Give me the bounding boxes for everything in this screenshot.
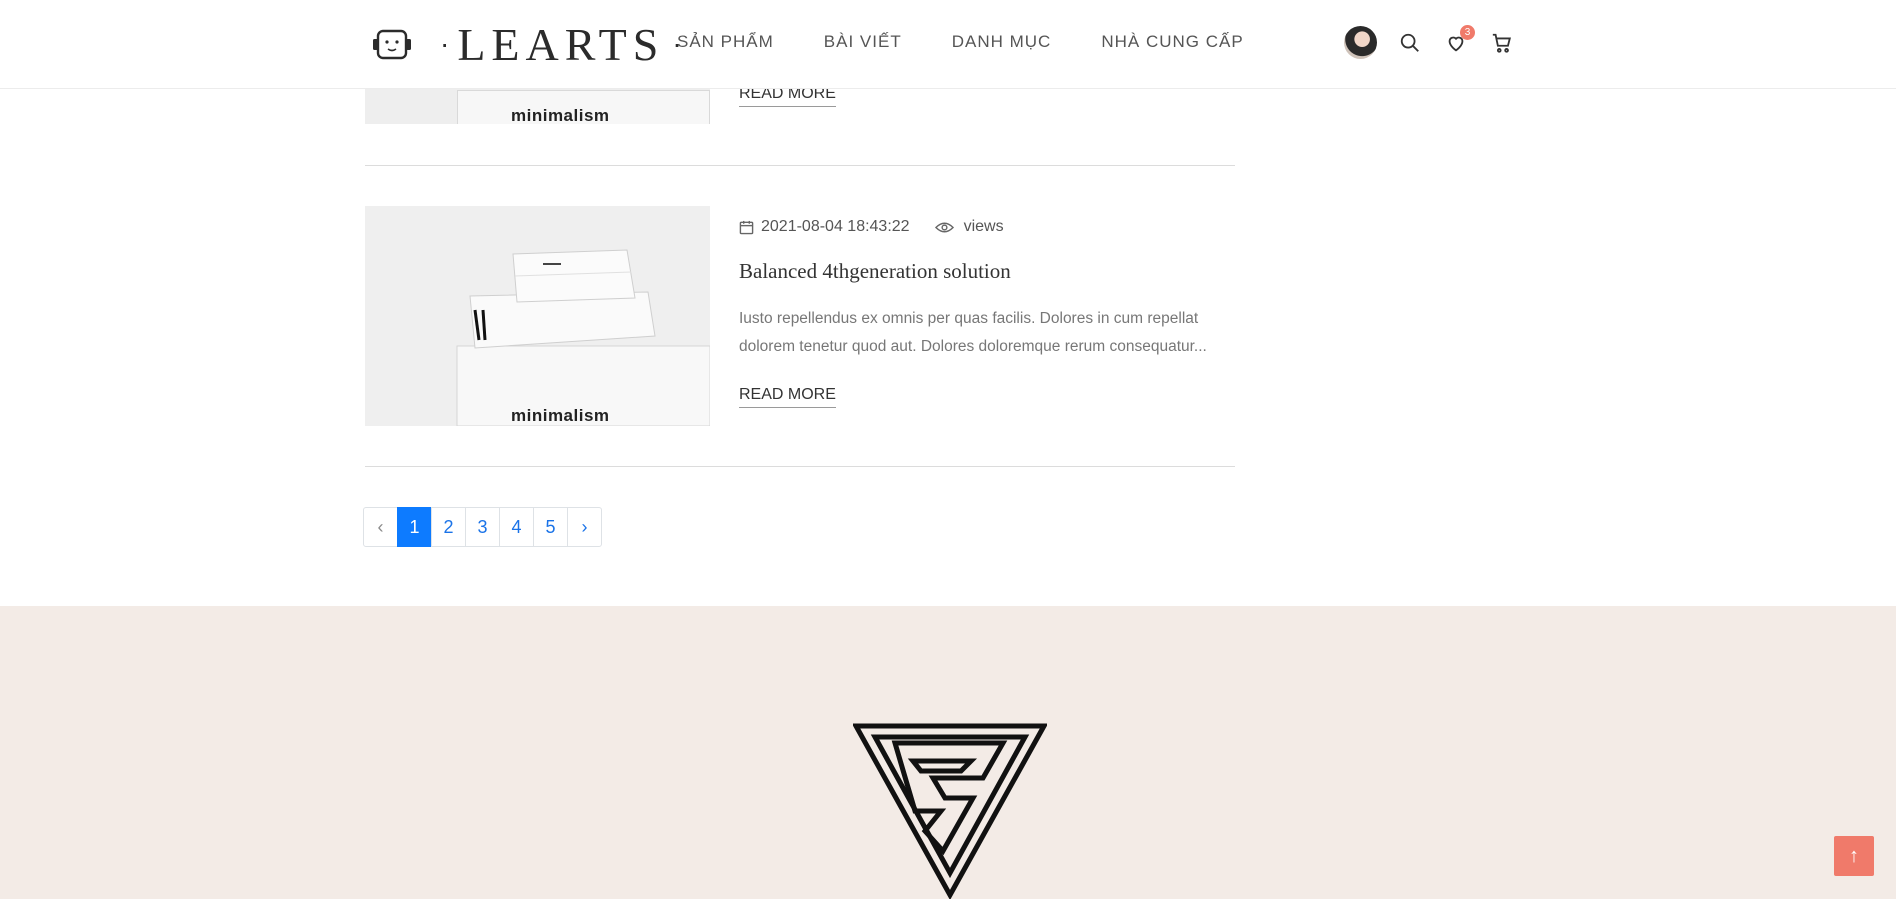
logo-robot-icon: [373, 29, 411, 60]
post-image[interactable]: minimalism: [365, 206, 710, 426]
pagination-page-1[interactable]: 1: [397, 507, 432, 547]
cart-icon: [1492, 33, 1511, 53]
site-footer: [0, 606, 1896, 899]
search-icon: [1400, 33, 1419, 52]
cart-button[interactable]: [1489, 30, 1515, 56]
pagination: ‹ 1 2 3 4 5 ›: [363, 507, 602, 547]
header-actions: 3: [1344, 24, 1535, 59]
calendar-icon: [739, 220, 754, 234]
eye-icon: [934, 222, 954, 232]
nav-item-suppliers[interactable]: NHÀ CUNG CẤP: [1101, 32, 1243, 52]
wishlist-count-badge: 3: [1460, 24, 1475, 40]
wishlist-button[interactable]: 3: [1443, 24, 1475, 56]
post-title[interactable]: Balanced 4thgeneration solution: [739, 259, 1011, 284]
post-divider: [365, 165, 1235, 166]
pagination-page-4[interactable]: 4: [499, 507, 534, 547]
search-button[interactable]: [1397, 30, 1423, 56]
nav-item-products[interactable]: SẢN PHẨM: [677, 32, 774, 52]
site-logo[interactable]: · LEARTS ·: [370, 16, 690, 72]
nav-item-categories[interactable]: DANH MỤC: [952, 32, 1052, 52]
user-avatar[interactable]: [1344, 26, 1377, 59]
site-header: · LEARTS · SẢN PHẨM BÀI VIẾT DANH MỤC NH…: [0, 0, 1896, 89]
post-meta: 2021-08-04 18:43:22 views: [739, 218, 1004, 236]
back-to-top-button[interactable]: ↑: [1834, 836, 1874, 876]
arrow-up-icon: ↑: [1849, 844, 1859, 867]
logo-dot-left: ·: [440, 28, 450, 59]
post-divider: [365, 466, 1235, 467]
post-excerpt: Iusto repellendus ex omnis per quas faci…: [739, 310, 1207, 355]
book-stack-illustration: [365, 206, 710, 426]
read-more-link[interactable]: READ MORE: [739, 386, 836, 408]
pagination-prev[interactable]: ‹: [363, 507, 398, 547]
pagination-page-5[interactable]: 5: [533, 507, 568, 547]
main-nav: SẢN PHẨM BÀI VIẾT DANH MỤC NHÀ CUNG CẤP: [677, 32, 1294, 52]
nav-item-posts[interactable]: BÀI VIẾT: [824, 32, 902, 52]
footer-brand-logo[interactable]: [853, 723, 1047, 899]
pagination-page-2[interactable]: 2: [431, 507, 466, 547]
post-date: 2021-08-04 18:43:22: [761, 218, 910, 235]
views-label: views: [963, 218, 1004, 235]
pagination-next[interactable]: ›: [567, 507, 602, 547]
pagination-page-3[interactable]: 3: [465, 507, 500, 547]
book-cover-title: minimalism: [511, 106, 610, 124]
post-views: views: [934, 218, 1004, 236]
book-cover-title: minimalism: [511, 406, 610, 425]
logo-text: LEARTS: [457, 18, 665, 70]
